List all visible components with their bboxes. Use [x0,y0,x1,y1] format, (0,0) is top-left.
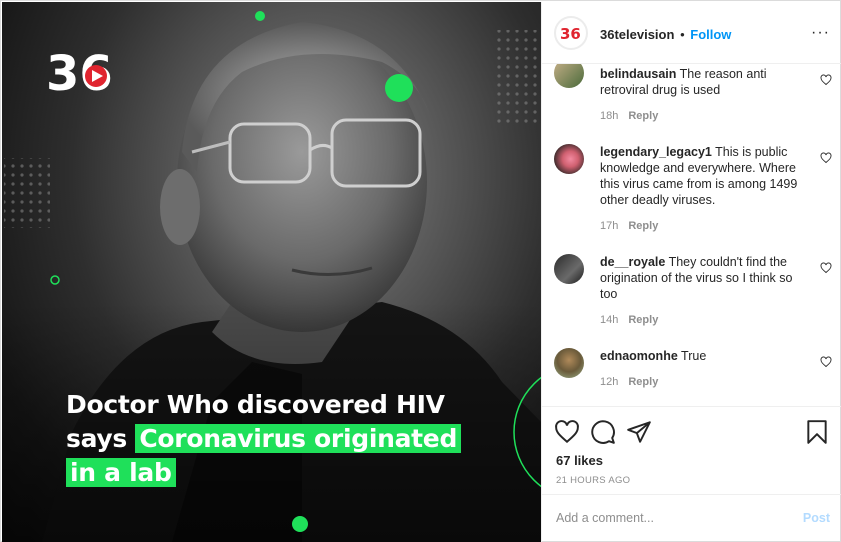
account-avatar[interactable]: 36 [554,16,588,50]
comment-username[interactable]: legendary_legacy1 [600,145,712,159]
comment-like-icon[interactable] [820,356,832,368]
comment-meta: 14h Reply [600,314,658,326]
comment-age[interactable]: 17h [600,220,618,232]
heart-icon[interactable] [554,419,580,445]
comment-age[interactable]: 12h [600,376,618,388]
post-headline: Doctor Who discovered HIV says Coronavir… [66,388,462,490]
commenter-avatar[interactable] [554,348,584,378]
more-options-button[interactable]: ··· [811,24,830,42]
comment-meta: 12h Reply [600,376,658,388]
comment-composer: Add a comment... Post [542,494,841,542]
likes-count[interactable]: 67 likes [556,453,603,468]
post-image[interactable]: 36 Doctor Who discovered HIV says Corona… [2,2,541,542]
headline-line-3: in a lab [66,456,461,490]
comment-body: belindausain The reason anti retroviral … [600,66,800,98]
reply-button[interactable]: Reply [628,314,658,326]
avatar-logo-icon: 36 [557,19,585,47]
avatar-text: 36 [560,25,581,43]
comment-meta: 18h Reply [600,110,658,122]
paper-plane-icon[interactable] [626,419,652,445]
comment-like-icon[interactable] [820,152,832,164]
headline-line-1: Doctor Who discovered HIV [66,390,445,419]
reply-button[interactable]: Reply [628,110,658,122]
post-timestamp[interactable]: 21 HOURS AGO [556,475,630,486]
post-comment-button[interactable]: Post [803,511,830,525]
header-account: 36television • Follow [600,27,731,42]
headline-line-2: says Coronavirus originated [66,422,462,456]
comment-item: de__royale They couldn't find the origin… [554,254,836,326]
comment-body: legendary_legacy1 This is public knowled… [600,144,800,208]
comment-username[interactable]: ednaomonhe [600,349,678,363]
comment-age[interactable]: 18h [600,110,618,122]
comment-username[interactable]: de__royale [600,255,665,269]
comment-like-icon[interactable] [820,74,832,86]
comment-text: True [681,349,707,363]
headline-highlight-2: in a lab [66,458,176,487]
post-sidebar: 36 36television • Follow ··· belindausai… [541,2,841,542]
post-dialog: 36 Doctor Who discovered HIV says Corona… [0,0,841,542]
reply-button[interactable]: Reply [628,376,658,388]
comments-list[interactable]: belindausain The reason anti retroviral … [542,64,841,406]
comment-body: ednaomonhe True [600,348,800,364]
comment-body: de__royale They couldn't find the origin… [600,254,800,302]
headline-highlight-1: Coronavirus originated [135,424,462,453]
reply-button[interactable]: Reply [628,220,658,232]
commenter-avatar[interactable] [554,64,584,88]
comment-item: ednaomonhe True 12h Reply [554,348,836,398]
comment-age[interactable]: 14h [600,314,618,326]
comment-like-icon[interactable] [820,262,832,274]
commenter-avatar[interactable] [554,254,584,284]
comment-username[interactable]: belindausain [600,67,676,81]
account-username[interactable]: 36television [600,27,674,42]
follow-button[interactable]: Follow [690,27,731,42]
comment-icon[interactable] [590,419,616,445]
commenter-avatar[interactable] [554,144,584,174]
comment-meta: 17h Reply [600,220,658,232]
header-separator: • [680,27,685,42]
bookmark-icon[interactable] [804,419,830,445]
add-comment-input[interactable]: Add a comment... [556,511,654,525]
channel-logo: 36 [46,46,113,100]
headline-says: says [66,424,127,453]
comment-item: legendary_legacy1 This is public knowled… [554,144,836,234]
comment-item: belindausain The reason anti retroviral … [554,64,836,126]
post-header: 36 36television • Follow ··· [542,2,841,64]
post-actions: 67 likes 21 HOURS AGO [542,406,841,498]
